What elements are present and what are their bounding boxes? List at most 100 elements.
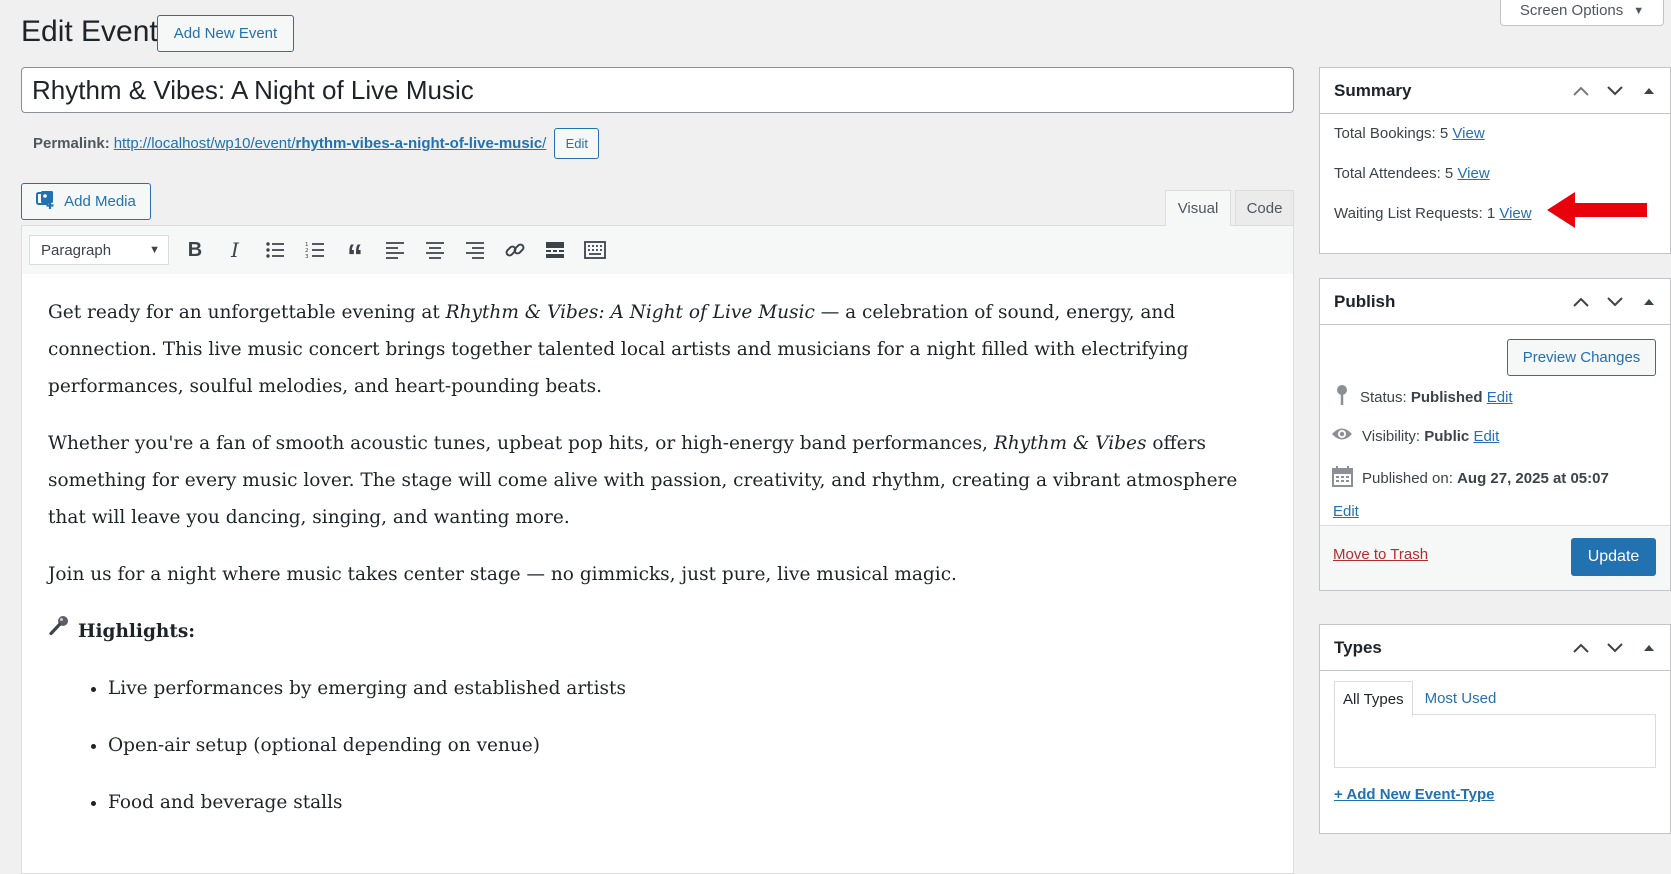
total-attendees-row: Total Attendees: 5 View — [1334, 165, 1490, 182]
status-row: Status: Published Edit — [1334, 384, 1513, 410]
tab-all-types[interactable]: All Types — [1334, 681, 1413, 717]
text-span: Whether you're a fan of smooth acoustic … — [48, 433, 994, 454]
screen-options-button[interactable]: Screen Options ▼ — [1500, 0, 1664, 26]
types-box: Types All Types Most Used + Add New Even… — [1319, 624, 1671, 834]
numbered-list-icon: 123 — [305, 242, 324, 259]
waiting-list-view-link[interactable]: View — [1499, 205, 1531, 222]
toolbar-toggle-button[interactable] — [575, 232, 615, 268]
numbered-list-button[interactable]: 123 — [295, 232, 335, 268]
waiting-list-row: Waiting List Requests: 1 View — [1334, 205, 1532, 222]
tab-most-used[interactable]: Most Used — [1413, 681, 1509, 715]
bulleted-list-button[interactable] — [255, 232, 295, 268]
highlights-list: Live performances by emerging and establ… — [48, 670, 1267, 821]
toggle-panel-icon[interactable] — [1636, 297, 1662, 307]
visibility-edit-link[interactable]: Edit — [1473, 428, 1499, 445]
toolbar-toggle-icon — [584, 241, 606, 259]
highlights-heading-text: Highlights: — [78, 621, 196, 642]
toggle-panel-icon[interactable] — [1636, 86, 1662, 96]
screen-options-label: Screen Options — [1519, 2, 1624, 19]
paragraph-format-select[interactable]: Paragraph ▼ — [29, 235, 169, 265]
summary-title: Summary — [1334, 80, 1412, 100]
italic-icon: I — [231, 238, 239, 262]
tab-code[interactable]: Code — [1235, 190, 1294, 225]
paragraph-audience: Whether you're a fan of smooth acoustic … — [48, 425, 1267, 536]
blockquote-button[interactable]: “ — [335, 232, 375, 272]
move-down-icon[interactable] — [1602, 85, 1628, 97]
status-edit-link[interactable]: Edit — [1487, 389, 1513, 406]
svg-text:3: 3 — [305, 254, 309, 259]
published-on-label: Published on: — [1362, 469, 1453, 487]
link-button[interactable] — [495, 232, 535, 268]
emphasis-text: Rhythm & Vibes: A Night of Live Music — [445, 302, 815, 323]
list-item: Live performances by emerging and establ… — [108, 670, 1267, 707]
types-header: Types — [1320, 625, 1670, 671]
link-icon — [505, 243, 525, 257]
move-down-icon[interactable] — [1602, 642, 1628, 654]
preview-changes-button[interactable]: Preview Changes — [1507, 339, 1656, 376]
calendar-icon — [1332, 465, 1353, 491]
box-controls — [1568, 625, 1662, 670]
total-bookings-label: Total Bookings: 5 — [1334, 125, 1449, 142]
list-item: Open-air setup (optional depending on ve… — [108, 727, 1267, 764]
published-on-row: Published on: Aug 27, 2025 at 05:07 — [1332, 465, 1609, 491]
move-up-icon[interactable] — [1568, 296, 1594, 308]
status-value: Published — [1410, 388, 1483, 406]
bold-button[interactable]: B — [175, 232, 215, 268]
move-to-trash-link[interactable]: Move to Trash — [1333, 546, 1428, 563]
editor-toolbar: Paragraph ▼ B I 123 “ — [21, 225, 1294, 275]
update-button[interactable]: Update — [1571, 538, 1656, 576]
bulleted-list-icon — [266, 242, 284, 258]
permalink-edit-button[interactable]: Edit — [554, 128, 600, 159]
pin-icon — [1334, 384, 1350, 410]
caret-down-icon: ▼ — [149, 244, 160, 256]
permalink-slug: rhythm-vibes-a-night-of-live-music — [295, 135, 543, 152]
emphasis-text: Rhythm & Vibes — [993, 433, 1147, 454]
visibility-row: Visibility: Public Edit — [1331, 426, 1499, 446]
publish-title: Publish — [1334, 291, 1396, 311]
add-new-event-type-link[interactable]: + Add New Event-Type — [1334, 786, 1494, 803]
paragraph-join: Join us for a night where music takes ce… — [48, 564, 957, 585]
total-attendees-label: Total Attendees: 5 — [1334, 165, 1454, 182]
tab-visual[interactable]: Visual — [1165, 190, 1231, 226]
bookings-view-link[interactable]: View — [1452, 125, 1484, 142]
list-item: Food and beverage stalls — [108, 784, 1267, 821]
types-title: Types — [1334, 637, 1382, 657]
move-up-icon[interactable] — [1568, 642, 1594, 654]
box-controls — [1568, 279, 1662, 324]
move-up-icon[interactable] — [1568, 85, 1594, 97]
eye-icon — [1331, 426, 1353, 446]
publish-box: Publish Preview Changes Status: Publishe… — [1319, 278, 1671, 591]
align-center-button[interactable] — [415, 232, 455, 268]
attendees-view-link[interactable]: View — [1457, 165, 1489, 182]
paragraph-intro: Get ready for an unforgettable evening a… — [48, 294, 1267, 405]
toggle-panel-icon[interactable] — [1636, 643, 1662, 653]
read-more-button[interactable] — [535, 232, 575, 268]
italic-button[interactable]: I — [215, 232, 255, 268]
visibility-label: Visibility: — [1362, 427, 1421, 445]
add-media-label: Add Media — [64, 193, 136, 210]
types-checklist — [1334, 714, 1656, 768]
align-right-button[interactable] — [455, 232, 495, 268]
align-center-icon — [426, 242, 444, 259]
align-left-button[interactable] — [375, 232, 415, 268]
microphone-icon — [48, 613, 70, 650]
editor-content[interactable]: Get ready for an unforgettable evening a… — [21, 274, 1294, 874]
permalink-trail: / — [542, 135, 547, 152]
published-on-value: Aug 27, 2025 at 05:07 — [1457, 469, 1609, 487]
add-media-icon — [36, 190, 56, 213]
summary-box: Summary Total Bookings: 5 View Total Att… — [1319, 67, 1671, 254]
text-span: Get ready for an unforgettable evening a… — [48, 302, 446, 323]
format-select-value: Paragraph — [41, 241, 112, 259]
add-new-event-button[interactable]: Add New Event — [157, 15, 294, 52]
published-on-edit-link[interactable]: Edit — [1333, 503, 1359, 520]
permalink-label: Permalink: — [33, 135, 110, 152]
move-down-icon[interactable] — [1602, 296, 1628, 308]
event-title-input[interactable]: Rhythm & Vibes: A Night of Live Music — [21, 67, 1294, 113]
add-media-button[interactable]: Add Media — [21, 183, 151, 220]
visibility-value: Public — [1424, 427, 1470, 445]
permalink-link[interactable]: http://localhost/wp10/event/rhythm-vibes… — [114, 135, 547, 152]
page-title: Edit Event — [21, 15, 158, 48]
annotation-arrow-icon — [1545, 190, 1649, 235]
permalink-base: http://localhost/wp10/event/ — [113, 135, 296, 152]
types-tabs: All Types Most Used — [1334, 681, 1508, 717]
